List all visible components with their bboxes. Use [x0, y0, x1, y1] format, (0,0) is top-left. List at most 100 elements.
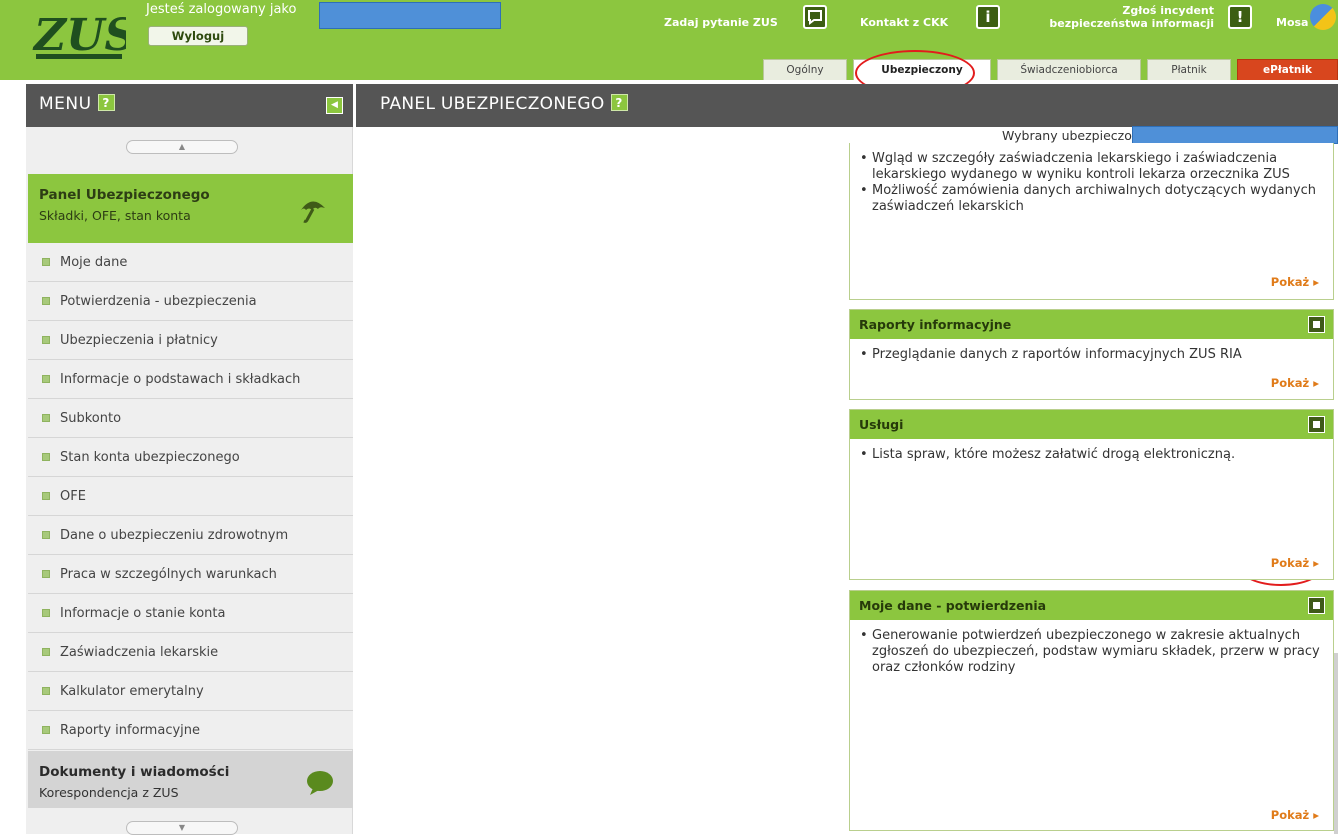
sidebar: ▲ Panel Ubezpieczonego Składki, OFE, sta… — [26, 127, 353, 835]
show-link[interactable]: Pokaż ▸ — [1271, 556, 1319, 570]
tab-insured[interactable]: Ubezpieczony — [853, 59, 991, 80]
mode-icon[interactable] — [1310, 4, 1336, 30]
list-item: Wgląd w szczegóły zaświadczenia lekarski… — [860, 151, 1323, 183]
sidebar-section-documents[interactable]: Dokumenty i wiadomości Korespondencja z … — [28, 751, 353, 808]
speech-bubble-icon — [307, 771, 333, 795]
sidebar-item-subaccount[interactable]: Subkonto — [28, 399, 353, 438]
card-title: Raporty informacyjne — [859, 317, 1012, 332]
redacted-username — [319, 2, 501, 29]
section-title: Panel Ubezpieczonego — [39, 187, 210, 203]
svg-text:ZUS: ZUS — [32, 10, 126, 61]
show-link[interactable]: Pokaż ▸ — [1271, 275, 1319, 289]
sidebar-item-label: Zaświadczenia lekarskie — [60, 644, 219, 660]
collapse-card-icon[interactable] — [1308, 416, 1325, 433]
content-scrollbar[interactable] — [1334, 653, 1338, 834]
report-incident-link[interactable]: Zgłoś incydent bezpieczeństwa informacji — [1000, 4, 1214, 30]
bullet-icon — [42, 414, 50, 422]
sidebar-item-insurance-confirmations[interactable]: Potwierdzenia - ubezpieczenia — [28, 282, 353, 321]
redacted-selected-insured — [1132, 126, 1338, 144]
show-link[interactable]: Pokaż ▸ — [1271, 808, 1319, 822]
tab-beneficiary[interactable]: Świadczeniobiorca — [997, 59, 1141, 80]
sidebar-item-label: OFE — [60, 488, 86, 504]
card-header: Raporty informacyjne — [850, 310, 1333, 339]
section-title: Dokumenty i wiadomości — [39, 764, 230, 780]
contact-ckk-link[interactable]: Kontakt z CKK — [860, 16, 948, 29]
top-header: ZUS Jesteś zalogowany jako Wyloguj Zadaj… — [0, 0, 1338, 80]
tab-payer[interactable]: Płatnik — [1147, 59, 1231, 80]
list-item: Generowanie potwierdzeń ubezpieczonego w… — [860, 628, 1323, 676]
collapse-icon[interactable]: ◀ — [326, 97, 343, 114]
panel-header: PANEL UBEZPIECZONEGO? — [356, 84, 1338, 127]
card-medical-certificates: Wgląd w szczegóły zaświadczenia lekarski… — [849, 143, 1334, 300]
incident-line1: Zgłoś incydent — [1122, 4, 1214, 17]
bullet-icon — [42, 336, 50, 344]
card-list: Lista spraw, które możesz załatwić drogą… — [850, 439, 1333, 463]
incident-line2: bezpieczeństwa informacji — [1049, 17, 1214, 30]
panel-title-text: PANEL UBEZPIECZONEGO — [380, 94, 605, 114]
question-icon[interactable] — [803, 5, 827, 29]
card-info-reports: Raporty informacyjne Przeglądanie danych… — [849, 309, 1334, 400]
bullet-icon — [42, 570, 50, 578]
selected-insured-label: Wybrany ubezpieczony: — [1002, 128, 1151, 143]
sidebar-item-info-reports[interactable]: Raporty informacyjne — [28, 711, 353, 750]
list-item: Lista spraw, które możesz załatwić drogą… — [860, 447, 1323, 463]
list-item: Przeglądanie danych z raportów informacy… — [860, 347, 1323, 363]
scroll-down-button[interactable]: ▼ — [126, 821, 238, 835]
list-item: Możliwość zamówienia danych archiwalnych… — [860, 183, 1323, 215]
bullet-icon — [42, 258, 50, 266]
sidebar-item-account-balance[interactable]: Stan konta ubezpieczonego — [28, 438, 353, 477]
logged-as-label: Jesteś zalogowany jako — [146, 2, 297, 17]
sidebar-item-label: Stan konta ubezpieczonego — [60, 449, 240, 465]
card-header: Usługi — [850, 410, 1333, 439]
zus-logo[interactable]: ZUS — [32, 10, 126, 62]
bullet-icon — [42, 492, 50, 500]
sidebar-item-account-info[interactable]: Informacje o stanie konta — [28, 594, 353, 633]
sidebar-item-health-insurance[interactable]: Dane o ubezpieczeniu zdrowotnym — [28, 516, 353, 555]
menu-header: MENU? ◀ — [26, 84, 353, 127]
sidebar-item-label: Dane o ubezpieczeniu zdrowotnym — [60, 527, 289, 543]
panel-help-icon[interactable]: ? — [610, 94, 628, 111]
bullet-icon — [42, 726, 50, 734]
card-title: Moje dane - potwierdzenia — [859, 598, 1047, 613]
sidebar-item-label: Potwierdzenia - ubezpieczenia — [60, 293, 257, 309]
sidebar-item-my-data[interactable]: Moje dane — [28, 243, 353, 282]
sidebar-item-medical-certificates[interactable]: Zaświadczenia lekarskie — [28, 633, 353, 672]
sidebar-item-label: Informacje o stanie konta — [60, 605, 226, 621]
sidebar-item-bases-contributions[interactable]: Informacje o podstawach i składkach — [28, 360, 353, 399]
sidebar-item-label: Informacje o podstawach i składkach — [60, 371, 301, 387]
collapse-card-icon[interactable] — [1308, 316, 1325, 333]
menu-help-icon[interactable]: ? — [97, 94, 115, 111]
alert-icon[interactable]: ! — [1228, 5, 1252, 29]
mode-link[interactable]: Mosa — [1276, 16, 1308, 29]
scroll-up-button[interactable]: ▲ — [126, 140, 238, 154]
sidebar-item-insurance-payers[interactable]: Ubezpieczenia i płatnicy — [28, 321, 353, 360]
ask-zus-link[interactable]: Zadaj pytanie ZUS — [664, 16, 778, 29]
card-list: Generowanie potwierdzeń ubezpieczonego w… — [850, 620, 1333, 676]
card-list: Wgląd w szczegóły zaświadczenia lekarski… — [850, 143, 1333, 215]
sidebar-section-insured-panel[interactable]: Panel Ubezpieczonego Składki, OFE, stan … — [28, 174, 353, 243]
menu-title: MENU? — [39, 94, 115, 114]
tab-general[interactable]: Ogólny — [763, 59, 847, 80]
card-services: Usługi Lista spraw, które możesz załatwi… — [849, 409, 1334, 580]
section-subtitle: Składki, OFE, stan konta — [39, 208, 191, 223]
info-icon[interactable]: i — [976, 5, 1000, 29]
sidebar-item-pension-calculator[interactable]: Kalkulator emerytalny — [28, 672, 353, 711]
bullet-icon — [42, 609, 50, 617]
logout-button[interactable]: Wyloguj — [148, 26, 248, 46]
bullet-icon — [42, 453, 50, 461]
tab-eplatnik[interactable]: ePłatnik — [1237, 59, 1338, 80]
card-my-data-confirmations: Moje dane - potwierdzenia Generowanie po… — [849, 590, 1334, 831]
bullet-icon — [42, 297, 50, 305]
card-header: Moje dane - potwierdzenia — [850, 591, 1333, 620]
sidebar-item-label: Praca w szczególnych warunkach — [60, 566, 277, 582]
sidebar-item-label: Moje dane — [60, 254, 128, 270]
bullet-icon — [42, 375, 50, 383]
card-list: Przeglądanie danych z raportów informacy… — [850, 339, 1333, 363]
collapse-card-icon[interactable] — [1308, 597, 1325, 614]
sidebar-item-ofe[interactable]: OFE — [28, 477, 353, 516]
sidebar-item-special-conditions[interactable]: Praca w szczególnych warunkach — [28, 555, 353, 594]
show-link[interactable]: Pokaż ▸ — [1271, 376, 1319, 390]
bullet-icon — [42, 687, 50, 695]
umbrella-icon — [301, 201, 325, 223]
card-title: Usługi — [859, 417, 904, 432]
